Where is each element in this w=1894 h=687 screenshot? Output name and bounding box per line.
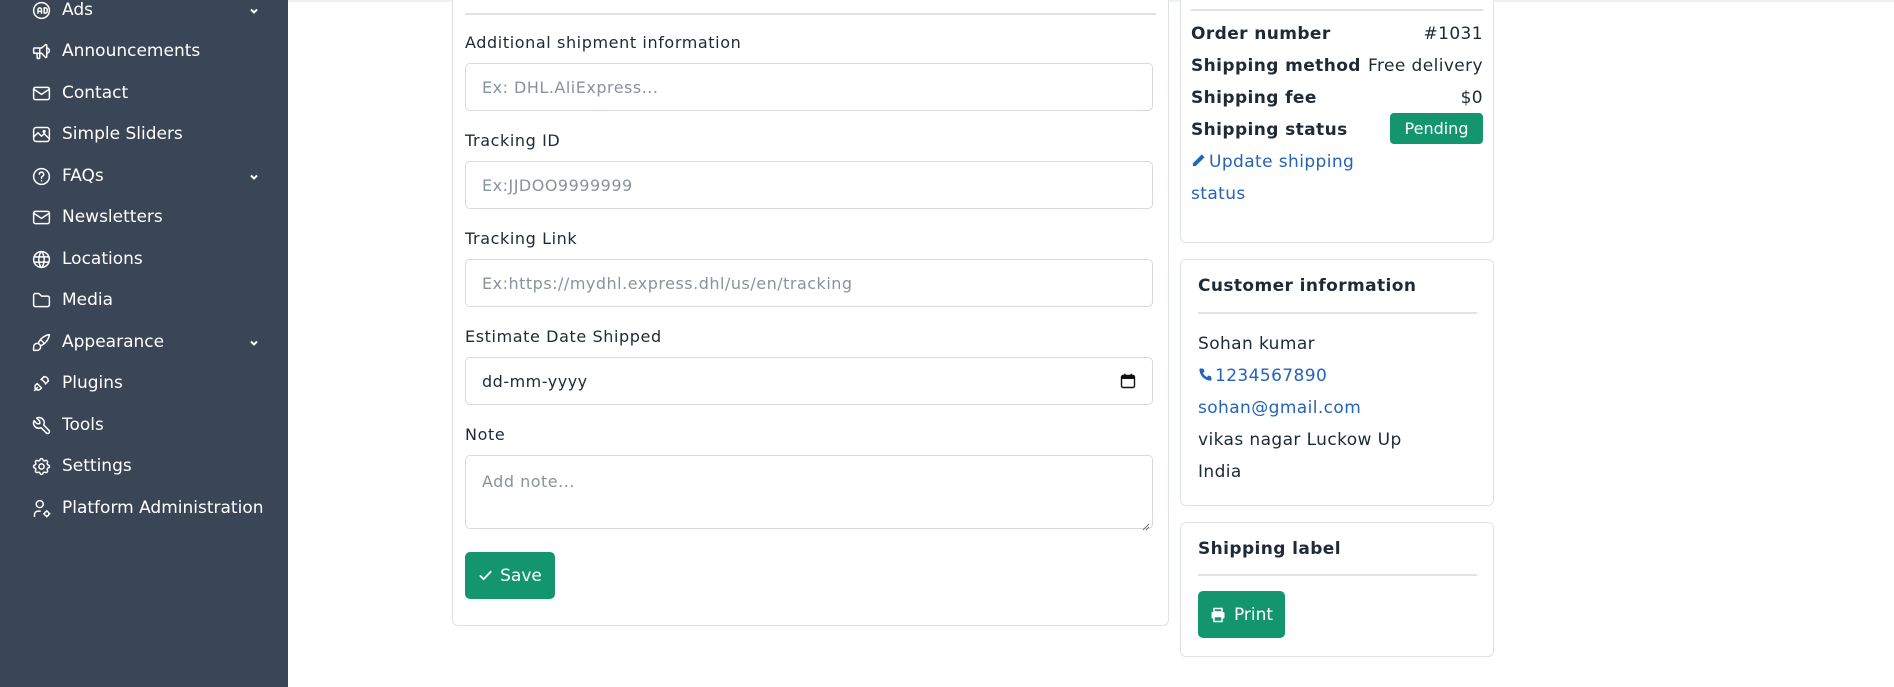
sidebar-item-label: Simple Sliders — [62, 124, 183, 144]
save-label: Save — [500, 565, 542, 586]
brush-icon — [30, 331, 52, 353]
sidebar-item-label: Media — [62, 290, 114, 310]
sidebar-item-label: Locations — [62, 249, 143, 269]
note-placeholder: Add note... — [482, 472, 575, 491]
printer-icon — [1210, 607, 1226, 623]
sidebar-item-newsletters[interactable]: Newsletters — [30, 202, 268, 232]
card-divider — [1198, 574, 1477, 576]
sidebar-item-locations[interactable]: Locations — [30, 244, 268, 274]
card-divider — [1198, 312, 1477, 314]
customer-phone-link[interactable]: 1234567890 — [1198, 366, 1327, 387]
tracking-id-input[interactable]: Ex:JJDOO9999999 — [465, 161, 1153, 209]
help-circle-icon — [30, 165, 52, 187]
ad-icon — [30, 0, 52, 21]
sidebar-item-tools[interactable]: Tools — [30, 410, 268, 440]
sidebar-item-label: Announcements — [62, 41, 201, 61]
sidebar-item-faqs[interactable]: FAQs — [30, 161, 268, 191]
pencil-icon — [1191, 153, 1206, 173]
phone-icon — [1198, 367, 1213, 387]
sidebar-item-ads[interactable]: Ads — [30, 0, 268, 25]
order-summary-card: Order number #1031 Shipping method Free … — [1180, 0, 1494, 243]
note-label: Note — [465, 425, 506, 444]
customer-phone: 1234567890 — [1215, 366, 1328, 386]
mail-icon — [30, 206, 52, 228]
update-shipping-status-link-line2[interactable]: status — [1191, 184, 1246, 204]
additional-info-placeholder: Ex: DHL.AliExpress... — [482, 77, 659, 97]
note-textarea[interactable]: Add note... — [465, 455, 1153, 531]
user-cog-icon — [30, 497, 52, 519]
sidebar-item-label: Contact — [62, 83, 129, 103]
estimate-date-value: dd-mm-yyyy — [482, 371, 588, 391]
sidebar-item-announcements[interactable]: Announcements — [30, 36, 268, 66]
sidebar-item-label: FAQs — [62, 166, 104, 186]
customer-email-link[interactable]: sohan@gmail.com — [1198, 398, 1361, 418]
save-button[interactable]: Save — [465, 552, 555, 599]
tracking-id-placeholder: Ex:JJDOO9999999 — [482, 175, 633, 195]
customer-card-title: Customer information — [1198, 276, 1417, 296]
shipping-status-label: Shipping status — [1191, 120, 1348, 140]
shipping-method-label: Shipping method — [1191, 56, 1361, 76]
sidebar-item-appearance[interactable]: Appearance — [30, 327, 268, 357]
wrench-icon — [30, 414, 52, 436]
sidebar-item-settings[interactable]: Settings — [30, 451, 268, 481]
order-number-value: #1031 — [1423, 24, 1483, 44]
shipping-label-title: Shipping label — [1198, 539, 1341, 559]
sidebar: Ads Announcements Contact Simple Sliders… — [0, 0, 288, 687]
shipping-label-card: Shipping label Print — [1180, 522, 1494, 657]
chevron-down-icon — [248, 168, 260, 180]
status-badge: Pending — [1390, 113, 1483, 144]
sidebar-item-platform-administration[interactable]: Platform Administration — [30, 493, 268, 523]
resize-handle-icon[interactable] — [1140, 516, 1150, 531]
sidebar-item-plugins[interactable]: Plugins — [30, 368, 268, 398]
customer-info-card: Customer information Sohan kumar 1234567… — [1180, 259, 1494, 506]
additional-info-input[interactable]: Ex: DHL.AliExpress... — [465, 63, 1153, 111]
update-shipping-status-link[interactable]: Update shipping — [1191, 152, 1354, 173]
update-link-text: Update shipping — [1209, 152, 1355, 172]
chevron-down-icon — [248, 334, 260, 346]
tracking-link-label: Tracking Link — [465, 229, 578, 248]
sidebar-item-media[interactable]: Media — [30, 285, 268, 315]
print-button[interactable]: Print — [1198, 591, 1285, 638]
sidebar-item-label: Newsletters — [62, 207, 163, 227]
sidebar-item-label: Ads — [62, 0, 93, 20]
shipping-fee-label: Shipping fee — [1191, 88, 1317, 108]
estimate-date-label: Estimate Date Shipped — [465, 327, 662, 346]
customer-address-line2: India — [1198, 462, 1242, 482]
globe-icon — [30, 248, 52, 270]
shipping-method-value: Free delivery — [1368, 56, 1483, 76]
customer-address-line1: vikas nagar Luckow Up — [1198, 430, 1402, 450]
slides-icon — [30, 123, 52, 145]
order-number-label: Order number — [1191, 24, 1331, 44]
megaphone-icon — [30, 40, 52, 62]
sidebar-item-contact[interactable]: Contact — [30, 78, 268, 108]
sidebar-item-label: Platform Administration — [62, 498, 264, 518]
tracking-id-label: Tracking ID — [465, 131, 561, 150]
check-icon — [478, 568, 493, 583]
shipment-form-card: Additional shipment information Ex: DHL.… — [452, 0, 1169, 626]
card-divider — [1191, 9, 1483, 11]
plug-icon — [30, 372, 52, 394]
chevron-down-icon — [248, 2, 260, 14]
calendar-icon[interactable] — [1120, 373, 1136, 389]
card-divider — [465, 13, 1156, 15]
sidebar-item-label: Tools — [62, 415, 104, 435]
gear-icon — [30, 455, 52, 477]
sidebar-item-simple-sliders[interactable]: Simple Sliders — [30, 119, 268, 149]
tracking-link-placeholder: Ex:https://mydhl.express.dhl/us/en/track… — [482, 273, 853, 293]
folder-icon — [30, 289, 52, 311]
mail-icon — [30, 82, 52, 104]
sidebar-item-label: Plugins — [62, 373, 123, 393]
tracking-link-input[interactable]: Ex:https://mydhl.express.dhl/us/en/track… — [465, 259, 1153, 307]
customer-name: Sohan kumar — [1198, 334, 1316, 354]
sidebar-item-label: Settings — [62, 456, 132, 476]
additional-info-label: Additional shipment information — [465, 33, 742, 52]
estimate-date-input[interactable]: dd-mm-yyyy — [465, 357, 1153, 405]
print-label: Print — [1233, 604, 1274, 625]
shipping-fee-value: $0 — [1460, 88, 1483, 108]
sidebar-item-label: Appearance — [62, 332, 165, 352]
